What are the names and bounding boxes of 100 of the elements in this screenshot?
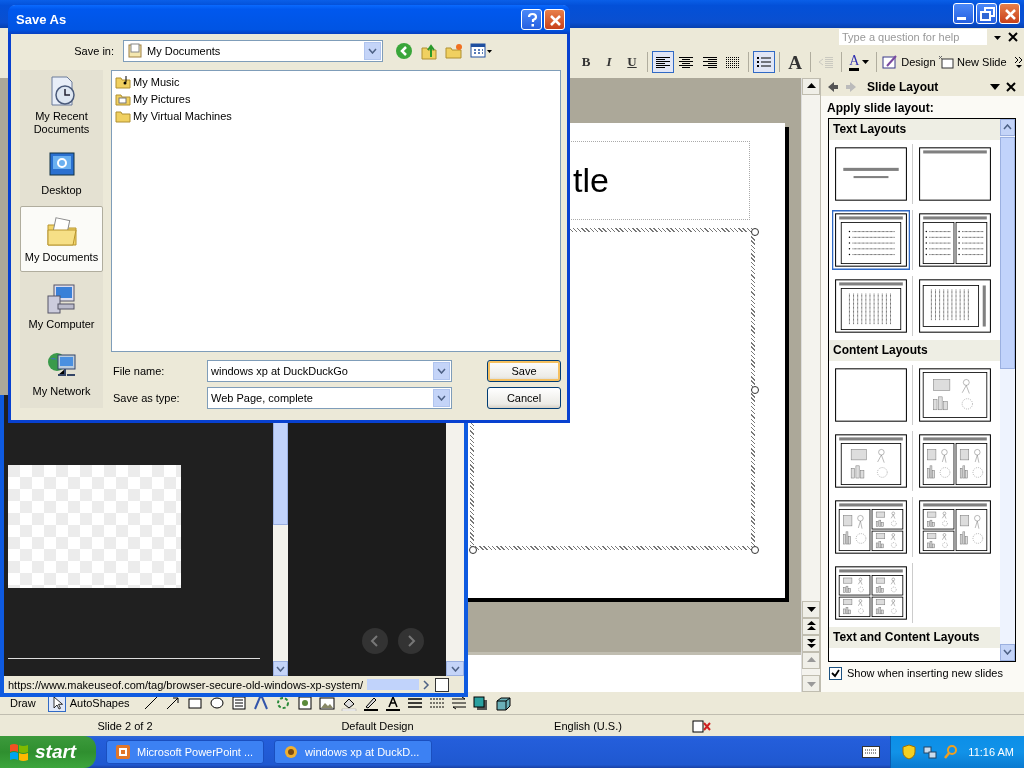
- draw-menu[interactable]: Draw: [10, 697, 36, 710]
- documents-place-icon: [44, 214, 79, 249]
- line-color-tool-icon[interactable]: [361, 695, 380, 712]
- close-button[interactable]: [544, 9, 565, 30]
- taskbar-button[interactable]: windows xp at DuckD...: [274, 740, 432, 764]
- section-header: Content Layouts: [829, 339, 1000, 361]
- next-button[interactable]: [398, 628, 424, 654]
- arrow-style-tool-icon[interactable]: [449, 695, 468, 712]
- save-as-type-dropdown[interactable]: Web Page, complete: [207, 387, 452, 409]
- scroll-up-icon: [806, 657, 816, 664]
- scroll-up-icon: [806, 83, 816, 90]
- presentation-app-icon: [115, 744, 131, 760]
- scroll-down-icon: [806, 606, 816, 613]
- restore-icon: [977, 4, 996, 24]
- toolbar-overflow-icon[interactable]: [1013, 55, 1024, 70]
- places-item[interactable]: My Recent Documents: [20, 72, 103, 138]
- folder-item[interactable]: My Virtual Machines: [115, 107, 557, 124]
- design-button[interactable]: Design: [881, 51, 937, 74]
- autoshapes-menu[interactable]: AutoShapes: [69, 697, 130, 710]
- shield-icon[interactable]: [901, 744, 918, 760]
- folder-up-icon[interactable]: [420, 42, 438, 60]
- documents-folder-icon: [127, 43, 143, 59]
- shadow-tool-icon[interactable]: [471, 695, 490, 712]
- save-in-label: Save in:: [73, 45, 114, 57]
- file-name-label: File name:: [112, 365, 166, 377]
- text-box-tool-icon[interactable]: [229, 695, 248, 712]
- scroll-down-icon: [1003, 649, 1012, 656]
- slide-title: tle: [573, 163, 609, 198]
- help-button[interactable]: [521, 9, 542, 30]
- layout-thumbnail[interactable]: [831, 209, 910, 270]
- chevron-left-icon: [370, 635, 380, 647]
- network-icon[interactable]: [922, 744, 939, 760]
- file-name-combo-box[interactable]: windows xp at DuckDuckGo: [207, 360, 452, 382]
- view-menu-icon[interactable]: [470, 43, 494, 59]
- browser-app-icon: [283, 744, 299, 760]
- vertical-scrollbar[interactable]: [801, 77, 820, 652]
- image-tool-icon[interactable]: [317, 695, 336, 712]
- design-icon: [882, 55, 899, 70]
- close-icon[interactable]: [1008, 32, 1018, 43]
- previous-slide-icon: [806, 621, 816, 632]
- horizontal-scrollbar[interactable]: [367, 679, 432, 690]
- decrease-indent-icon: [818, 55, 835, 70]
- minimize-icon: [956, 17, 966, 20]
- vertical-scrollbar[interactable]: [1000, 118, 1015, 661]
- clip-art-tool-icon[interactable]: [295, 695, 314, 712]
- file-name-field[interactable]: windows xp at DuckDuckGo: [211, 365, 429, 377]
- sizing-handle[interactable]: [751, 227, 759, 236]
- sizing-handle[interactable]: [469, 545, 477, 554]
- sizing-handle[interactable]: [751, 385, 759, 394]
- music-folder-icon: [115, 74, 131, 89]
- bullets-button[interactable]: [752, 51, 776, 74]
- save-button[interactable]: Save: [487, 360, 561, 382]
- keyboard-icon[interactable]: [862, 746, 881, 758]
- clock: 11:16 AM: [968, 746, 1014, 758]
- close-button[interactable]: [999, 3, 1020, 25]
- wordart-tool-icon[interactable]: [251, 695, 270, 712]
- scroll-right-icon: [421, 679, 432, 690]
- start-button[interactable]: start: [0, 736, 96, 768]
- file-list[interactable]: My Music My Pictures My Virtual Machines: [111, 70, 561, 352]
- task-pane-title: Slide Layout: [867, 79, 939, 94]
- save-in-dropdown[interactable]: My Documents: [123, 40, 383, 62]
- places-item[interactable]: My Documents: [20, 206, 103, 272]
- grow-font-button[interactable]: A: [784, 51, 807, 74]
- sizing-handle[interactable]: [751, 545, 759, 554]
- taskbar-button[interactable]: Microsoft PowerPoint ...: [106, 740, 264, 764]
- checkbox[interactable]: [829, 666, 842, 680]
- folder-icon: [115, 108, 131, 123]
- minimize-button[interactable]: [953, 3, 974, 25]
- rectangle-tool-icon[interactable]: [185, 695, 204, 712]
- font-color-tool-icon[interactable]: [383, 695, 402, 712]
- align-left-button[interactable]: [651, 51, 675, 74]
- language-status: English (U.S.): [553, 719, 623, 732]
- zone-indicator: [435, 677, 450, 692]
- design-name: Default Design: [340, 719, 415, 732]
- design-label: Design: [901, 56, 936, 69]
- slide-counter: Slide 2 of 2: [96, 719, 154, 732]
- underline-button[interactable]: U: [621, 51, 643, 74]
- bold-button[interactable]: B: [575, 51, 597, 74]
- back-arrow-icon[interactable]: [827, 80, 839, 93]
- help-search-field[interactable]: Type a question for help: [839, 29, 987, 46]
- font-color-button[interactable]: A: [846, 51, 873, 74]
- section-header: Text Layouts: [829, 118, 1000, 140]
- folder-item[interactable]: My Music: [115, 73, 557, 90]
- close-icon[interactable]: [1006, 81, 1016, 92]
- three-d-tool-icon[interactable]: [493, 695, 512, 712]
- new-slide-button[interactable]: New Slide: [937, 51, 1007, 74]
- cancel-button[interactable]: Cancel: [487, 387, 561, 409]
- align-center-icon: [678, 55, 695, 70]
- italic-button[interactable]: I: [598, 51, 620, 74]
- folder-item[interactable]: My Pictures: [115, 90, 557, 107]
- places-item[interactable]: My Computer: [20, 273, 103, 339]
- dropdown-arrow-icon[interactable]: [990, 82, 1000, 91]
- places-item[interactable]: My Network: [20, 340, 103, 406]
- previous-button[interactable]: [362, 628, 388, 654]
- vertical-scrollbar[interactable]: [801, 651, 820, 693]
- restore-button[interactable]: [976, 3, 997, 25]
- checkbox-label[interactable]: Show when inserting new slides: [847, 667, 1003, 680]
- places-item[interactable]: Desktop: [20, 139, 103, 205]
- oval-tool-icon[interactable]: [207, 695, 226, 712]
- new-slide-icon: [938, 55, 955, 70]
